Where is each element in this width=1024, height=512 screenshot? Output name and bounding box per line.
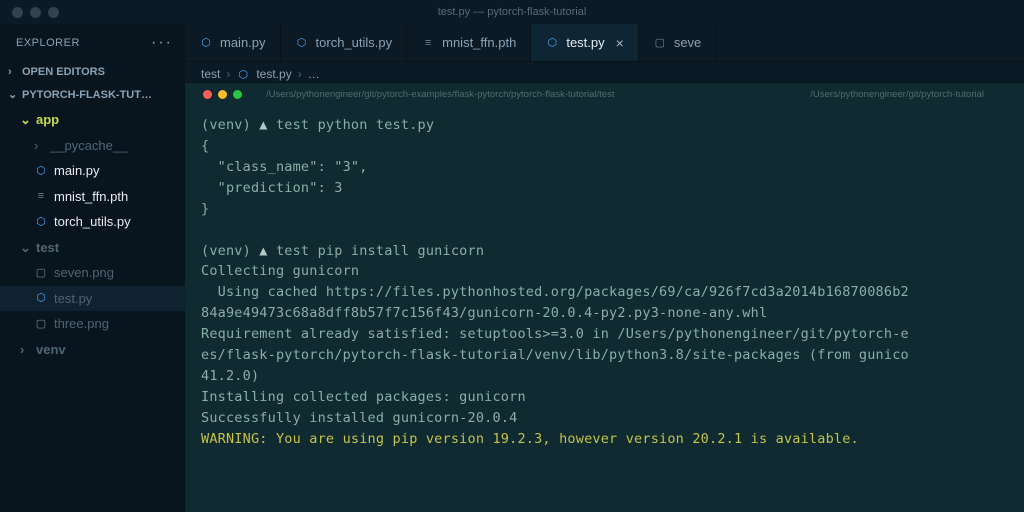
file-label: seven.png [54, 263, 114, 283]
tab-label: mnist_ffn.pth [442, 35, 516, 50]
tab-label: torch_utils.py [316, 35, 393, 50]
prompt-icon: ▲ [259, 117, 267, 133]
editor-window: test.py — pytorch-flask-tutorial EXPLORE… [0, 0, 1024, 512]
window-controls [12, 7, 59, 18]
tab-torch-utils[interactable]: ⬡ torch_utils.py [281, 24, 408, 61]
folder-venv[interactable]: › venv [0, 337, 185, 363]
file-icon: ≡ [34, 189, 48, 203]
image-file-icon: ▢ [34, 317, 48, 331]
tab-seven-png[interactable]: ▢ seve [639, 24, 716, 61]
chevron-right-icon: › [298, 67, 302, 81]
chevron-down-icon: ⌄ [8, 88, 18, 101]
file-test-py[interactable]: ⬡ test.py [0, 286, 185, 312]
file-label: mnist_ffn.pth [54, 187, 128, 207]
python-file-icon: ⬡ [295, 36, 309, 50]
tab-test-py[interactable]: ⬡ test.py × [531, 24, 638, 61]
project-section[interactable]: ⌄ PYTORCH-FLASK-TUT… [0, 84, 185, 107]
breadcrumb-file: test.py [256, 67, 291, 81]
sidebar: EXPLORER ··· › OPEN EDITORS ⌄ PYTORCH-FL… [0, 24, 185, 512]
folder-label: app [36, 110, 59, 130]
python-file-icon: ⬡ [199, 36, 213, 50]
folder-label: venv [36, 340, 66, 360]
terminal-tab-inactive[interactable]: /Users/pythonengineer/git/pytorch-tutori… [810, 89, 984, 100]
folder-label: test [36, 238, 59, 258]
file-torch-utils[interactable]: ⬡ torch_utils.py [0, 209, 185, 235]
file-label: main.py [54, 161, 100, 181]
file-seven-png[interactable]: ▢ seven.png [0, 260, 185, 286]
python-file-icon: ⬡ [34, 164, 48, 178]
chevron-right-icon: › [34, 136, 44, 156]
terminal-window-controls [203, 90, 242, 99]
chevron-down-icon: ⌄ [20, 238, 30, 258]
project-label: PYTORCH-FLASK-TUT… [22, 89, 152, 101]
python-file-icon: ⬡ [236, 67, 250, 81]
open-editors-label: OPEN EDITORS [22, 66, 105, 78]
file-three-png[interactable]: ▢ three.png [0, 311, 185, 337]
tab-main-py[interactable]: ⬡ main.py [185, 24, 281, 61]
python-file-icon: ⬡ [545, 36, 559, 50]
image-file-icon: ▢ [653, 36, 667, 50]
explorer-header: EXPLORER ··· [0, 28, 185, 62]
main-area: EXPLORER ··· › OPEN EDITORS ⌄ PYTORCH-FL… [0, 24, 1024, 512]
tab-label: test.py [566, 35, 604, 50]
folder-test[interactable]: ⌄ test [0, 235, 185, 261]
explorer-title: EXPLORER [16, 37, 80, 49]
tab-label: main.py [220, 35, 266, 50]
open-editors-section[interactable]: › OPEN EDITORS [0, 62, 185, 84]
file-label: three.png [54, 314, 109, 334]
editor-content: ⬡ main.py ⬡ torch_utils.py ≡ mnist_ffn.p… [185, 24, 1024, 512]
chevron-right-icon: › [226, 67, 230, 81]
file-main-py[interactable]: ⬡ main.py [0, 158, 185, 184]
file-label: test.py [54, 289, 92, 309]
close-icon[interactable] [203, 90, 212, 99]
folder-app[interactable]: ⌄ app [0, 107, 185, 133]
python-file-icon: ⬡ [34, 291, 48, 305]
editor-tabs: ⬡ main.py ⬡ torch_utils.py ≡ mnist_ffn.p… [185, 24, 1024, 62]
file-mnist-pth[interactable]: ≡ mnist_ffn.pth [0, 184, 185, 210]
breadcrumb-folder: test [201, 67, 220, 81]
terminal-tabbar: /Users/pythonengineer/git/pytorch-exampl… [185, 83, 1024, 105]
window-title: test.py — pytorch-flask-tutorial [438, 6, 587, 18]
close-icon[interactable]: × [616, 35, 624, 51]
chevron-right-icon: › [20, 340, 30, 360]
tab-label: seve [674, 35, 701, 50]
file-icon: ≡ [421, 36, 435, 50]
breadcrumb-more: … [308, 67, 320, 81]
prompt-icon: ▲ [259, 243, 267, 259]
file-tree: ⌄ app › __pycache__ ⬡ main.py ≡ mnist_ff… [0, 107, 185, 362]
chevron-down-icon: ⌄ [20, 110, 30, 130]
terminal-tab-active[interactable]: /Users/pythonengineer/git/pytorch-exampl… [266, 89, 614, 100]
chevron-right-icon: › [8, 66, 18, 78]
tab-mnist-pth[interactable]: ≡ mnist_ffn.pth [407, 24, 531, 61]
minimize-icon[interactable] [218, 90, 227, 99]
titlebar: test.py — pytorch-flask-tutorial [0, 0, 1024, 24]
file-label: torch_utils.py [54, 212, 131, 232]
folder-pycache[interactable]: › __pycache__ [0, 133, 185, 159]
close-window-icon[interactable] [12, 7, 23, 18]
python-file-icon: ⬡ [34, 215, 48, 229]
maximize-icon[interactable] [233, 90, 242, 99]
maximize-window-icon[interactable] [48, 7, 59, 18]
terminal-panel: /Users/pythonengineer/git/pytorch-exampl… [185, 82, 1024, 512]
minimize-window-icon[interactable] [30, 7, 41, 18]
image-file-icon: ▢ [34, 266, 48, 280]
warning-line: WARNING: You are using pip version 19.2.… [201, 431, 859, 447]
more-icon[interactable]: ··· [151, 34, 173, 52]
folder-label: __pycache__ [50, 136, 127, 156]
terminal-output[interactable]: (venv) ▲ test python test.py { "class_na… [185, 105, 1024, 456]
